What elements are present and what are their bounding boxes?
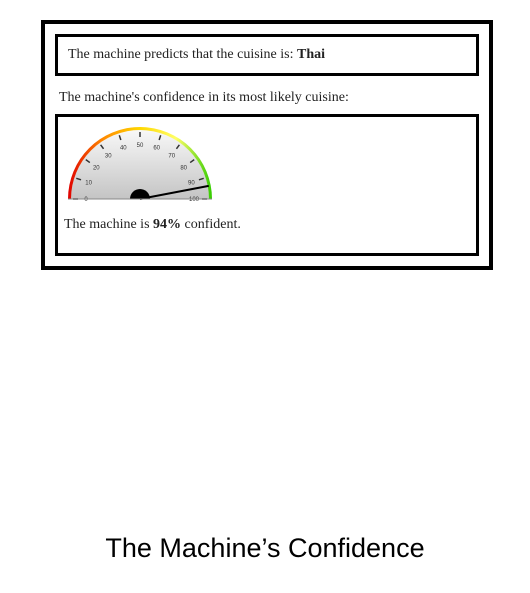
prediction-box: The machine predicts that the cuisine is…: [55, 34, 479, 76]
gauge-tick-label: 80: [180, 165, 187, 171]
confidence-sentence: The machine is 94% confident.: [64, 217, 241, 233]
confidence-value: 94%: [153, 217, 182, 232]
gauge-tick-label: 100: [189, 197, 200, 203]
gauge-tick-label: 50: [137, 143, 144, 149]
predicted-cuisine: Thai: [296, 47, 325, 62]
prediction-text: The machine predicts that the cuisine is…: [68, 47, 297, 62]
gauge-face: [71, 130, 209, 199]
gauge-tick-label: 30: [105, 153, 112, 159]
gauge-tick-label: 60: [153, 146, 160, 152]
gauge-tick-label: 20: [93, 165, 100, 171]
result-prefix: The machine is: [64, 217, 154, 232]
gauge-tick-label: 70: [168, 153, 175, 159]
result-panel: The machine predicts that the cuisine is…: [41, 20, 493, 270]
gauge-tick-label: 10: [85, 180, 92, 186]
confidence-gauge: 010203040 50 60708090100: [68, 127, 212, 203]
gauge-tick-label: 40: [120, 146, 127, 152]
gauge-tick-label: 90: [188, 180, 195, 186]
result-suffix: confident.: [181, 217, 241, 232]
confidence-label: The machine's confidence in its most lik…: [59, 90, 349, 105]
confidence-box: 0 10 20 30 40 50 60 70 80 90 100 The machine is 94…: [55, 114, 479, 256]
caption: The Machine’s Confidence: [105, 533, 425, 563]
